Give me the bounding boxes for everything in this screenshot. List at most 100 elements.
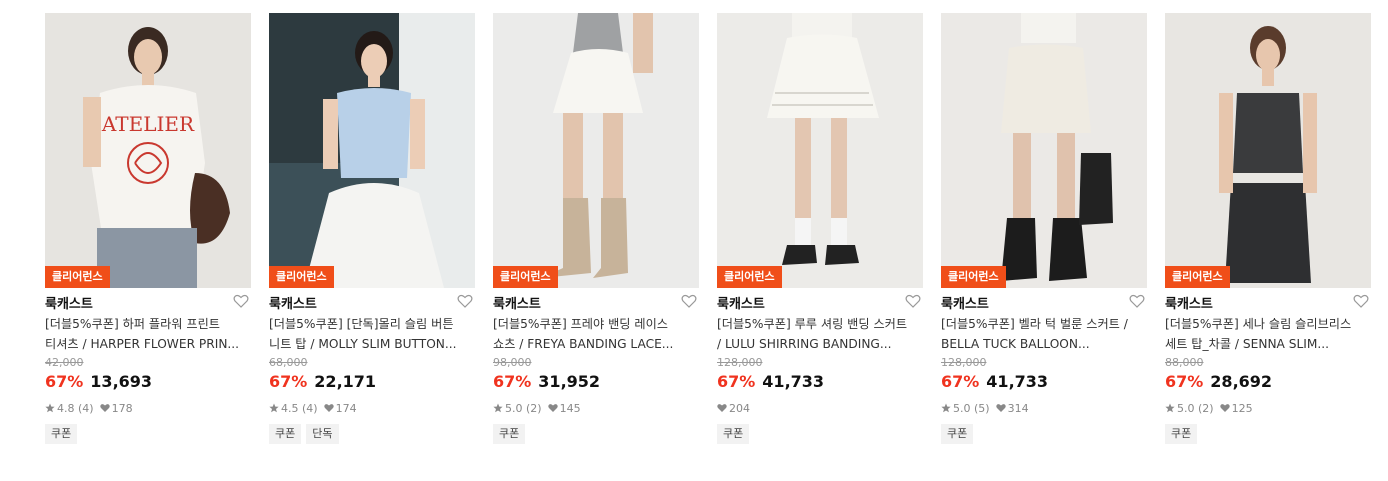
product-title[interactable]: [더블5%쿠폰] [단독]몰리 슬림 버튼 니트 탑 / MOLLY SLIM …	[269, 314, 475, 354]
heart-icon[interactable]	[1353, 293, 1369, 309]
product-card[interactable]: ATELIER 클리어런스 룩캐스트 [더블5%쿠폰] 하퍼 플라워 프린트 티…	[45, 13, 251, 444]
product-card[interactable]: 클리어런스 룩캐스트 [더블5%쿠폰] 벨라 턱 벌룬 스커트 / BELLA …	[941, 13, 1147, 444]
brand-name[interactable]: 룩캐스트	[493, 293, 541, 312]
discount-rate: 67%	[493, 372, 532, 391]
heart-icon[interactable]	[457, 293, 473, 309]
coupon-tag: 쿠폰	[269, 424, 302, 444]
sale-price: 31,952	[538, 372, 601, 391]
clearance-badge: 클리어런스	[493, 266, 558, 288]
original-price: 68,000	[269, 356, 308, 369]
product-meta: 5.0 (2) 125	[1165, 401, 1371, 415]
product-photo	[717, 13, 923, 288]
brand-name[interactable]: 룩캐스트	[1165, 293, 1213, 312]
product-title[interactable]: [더블5%쿠폰] 벨라 턱 벌룬 스커트 / BELLA TUCK BALLOO…	[941, 314, 1147, 354]
heart-icon[interactable]	[233, 293, 249, 309]
star-icon	[493, 403, 503, 413]
product-title-line: [더블5%쿠폰] 프레야 밴딩 레이스	[493, 317, 669, 331]
clearance-badge: 클리어런스	[45, 266, 110, 288]
exclusive-tag: 단독	[306, 424, 339, 444]
star-icon	[45, 403, 55, 413]
product-grid: ATELIER 클리어런스 룩캐스트 [더블5%쿠폰] 하퍼 플라워 프린트 티…	[0, 0, 1388, 481]
product-title[interactable]: [더블5%쿠폰] 프레야 밴딩 레이스 쇼츠 / FREYA BANDING L…	[493, 314, 699, 354]
product-image[interactable]: 클리어런스	[717, 13, 923, 288]
heart-icon[interactable]	[681, 293, 697, 309]
product-title-line: [더블5%쿠폰] 하퍼 플라워 프린트	[45, 317, 221, 331]
product-meta: 5.0 (2) 145	[493, 401, 699, 415]
coupon-tag: 쿠폰	[493, 424, 526, 444]
price-row: 67% 41,733	[941, 371, 1147, 393]
discount-rate: 67%	[941, 372, 980, 391]
product-card[interactable]: 클리어런스 룩캐스트 [더블5%쿠폰] 세나 슬림 슬리브리스 세트 탑_차콜 …	[1165, 13, 1371, 444]
product-title-line: [더블5%쿠폰] 세나 슬림 슬리브리스	[1165, 317, 1352, 331]
product-photo	[1165, 13, 1371, 288]
rating: 5.0 (2)	[505, 401, 542, 415]
product-title-line: 티셔츠 / HARPER FLOWER PRIN...	[45, 337, 240, 351]
product-photo	[941, 13, 1147, 288]
like-count: 174	[335, 401, 357, 415]
heart-small-icon	[1219, 404, 1230, 412]
product-photo: ATELIER	[45, 13, 251, 288]
star-icon	[1165, 403, 1175, 413]
discount-rate: 67%	[1165, 372, 1204, 391]
product-title-line: 쇼츠 / FREYA BANDING LACE...	[493, 337, 674, 351]
product-card[interactable]: 클리어런스 룩캐스트 [더블5%쿠폰] [단독]몰리 슬림 버튼 니트 탑 / …	[269, 13, 475, 444]
heart-small-icon	[547, 404, 558, 412]
brand-name[interactable]: 룩캐스트	[269, 293, 317, 312]
brand-name[interactable]: 룩캐스트	[45, 293, 93, 312]
product-title-line: 세트 탑_차콜 / SENNA SLIM...	[1165, 337, 1330, 351]
tag-list: 쿠폰	[941, 424, 1147, 444]
product-title-line: [더블5%쿠폰] 벨라 턱 벌룬 스커트 /	[941, 317, 1128, 331]
product-image[interactable]: 클리어런스	[941, 13, 1147, 288]
product-title-line: / LULU SHIRRING BANDING...	[717, 337, 892, 351]
discount-rate: 67%	[45, 372, 84, 391]
sale-price: 22,171	[314, 372, 377, 391]
tag-list: 쿠폰	[493, 424, 699, 444]
original-price: 88,000	[1165, 356, 1204, 369]
product-meta: 4.8 (4) 178	[45, 401, 251, 415]
heart-icon[interactable]	[905, 293, 921, 309]
rating: 5.0 (2)	[1177, 401, 1214, 415]
original-price: 128,000	[941, 356, 987, 369]
tag-list: 쿠폰	[717, 424, 923, 444]
like-count: 314	[1007, 401, 1029, 415]
clearance-badge: 클리어런스	[269, 266, 334, 288]
product-image[interactable]: 클리어런스	[269, 13, 475, 288]
price-row: 67% 22,171	[269, 371, 475, 393]
like-count: 125	[1231, 401, 1253, 415]
rating: 4.5 (4)	[281, 401, 318, 415]
price-row: 67% 13,693	[45, 371, 251, 393]
star-icon	[941, 403, 951, 413]
original-price: 42,000	[45, 356, 84, 369]
brand-name[interactable]: 룩캐스트	[717, 293, 765, 312]
clearance-badge: 클리어런스	[941, 266, 1006, 288]
product-meta: 5.0 (5) 314	[941, 401, 1147, 415]
brand-name[interactable]: 룩캐스트	[941, 293, 989, 312]
product-title[interactable]: [더블5%쿠폰] 세나 슬림 슬리브리스 세트 탑_차콜 / SENNA SLI…	[1165, 314, 1371, 354]
product-image[interactable]: 클리어런스	[1165, 13, 1371, 288]
heart-small-icon	[717, 404, 727, 412]
tag-list: 쿠폰 단독	[269, 424, 475, 444]
product-title[interactable]: [더블5%쿠폰] 루루 셔링 밴딩 스커트 / LULU SHIRRING BA…	[717, 314, 923, 354]
price-row: 67% 28,692	[1165, 371, 1371, 393]
product-photo	[269, 13, 475, 288]
svg-text:ATELIER: ATELIER	[101, 112, 195, 136]
product-title-line: 니트 탑 / MOLLY SLIM BUTTON...	[269, 337, 457, 351]
product-photo	[493, 13, 699, 288]
product-title-line: BELLA TUCK BALLOON...	[941, 337, 1090, 351]
original-price: 98,000	[493, 356, 532, 369]
rating: 4.8 (4)	[57, 401, 94, 415]
heart-small-icon	[99, 404, 110, 412]
heart-small-icon	[995, 404, 1006, 412]
heart-icon[interactable]	[1129, 293, 1145, 309]
coupon-tag: 쿠폰	[45, 424, 78, 444]
product-meta: 204	[717, 401, 923, 415]
heart-small-icon	[323, 404, 334, 412]
product-image[interactable]: 클리어런스	[493, 13, 699, 288]
sale-price: 28,692	[1210, 372, 1273, 391]
product-card[interactable]: 클리어런스 룩캐스트 [더블5%쿠폰] 프레야 밴딩 레이스 쇼츠 / FREY…	[493, 13, 699, 444]
rating: 5.0 (5)	[953, 401, 990, 415]
discount-rate: 67%	[717, 372, 756, 391]
product-card[interactable]: 클리어런스 룩캐스트 [더블5%쿠폰] 루루 셔링 밴딩 스커트 / LULU …	[717, 13, 923, 444]
product-title[interactable]: [더블5%쿠폰] 하퍼 플라워 프린트 티셔츠 / HARPER FLOWER …	[45, 314, 251, 354]
product-image[interactable]: ATELIER 클리어런스	[45, 13, 251, 288]
